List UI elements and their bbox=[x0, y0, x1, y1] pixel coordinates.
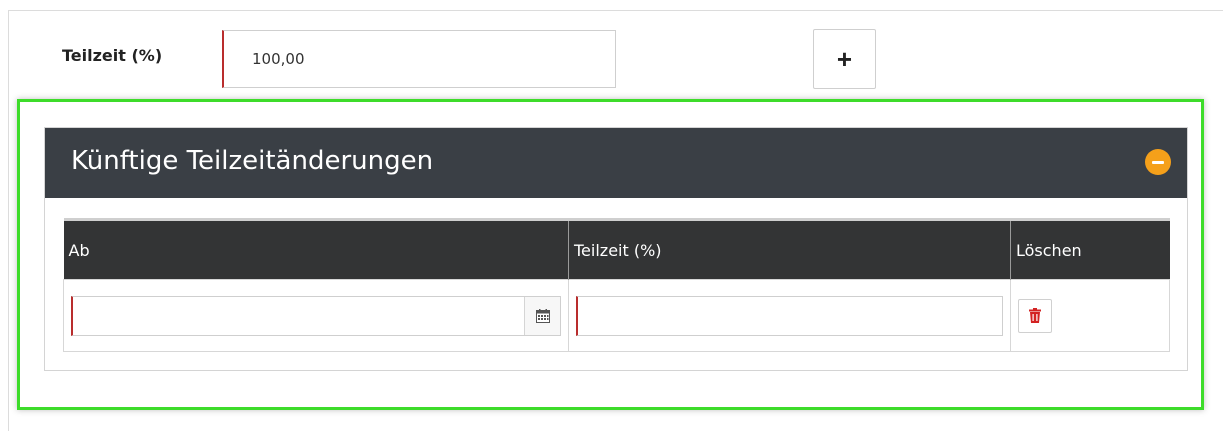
add-button[interactable]: + bbox=[813, 29, 876, 89]
trash-icon bbox=[1029, 308, 1041, 323]
date-field bbox=[71, 295, 561, 336]
panel-title: Künftige Teilzeitänderungen bbox=[71, 146, 434, 176]
cell-teilzeit bbox=[568, 279, 1011, 352]
cell-loeschen bbox=[1010, 279, 1170, 352]
teilzeit-row-input[interactable] bbox=[576, 295, 1003, 336]
column-header-loeschen: Löschen bbox=[1010, 218, 1170, 280]
panel-header: Künftige Teilzeitänderungen bbox=[45, 128, 1187, 198]
table-header-row: Ab Teilzeit (%) Löschen bbox=[63, 218, 1170, 280]
teilzeit-input[interactable] bbox=[222, 30, 616, 88]
changes-table: Ab Teilzeit (%) Löschen bbox=[63, 218, 1170, 352]
delete-button[interactable] bbox=[1018, 298, 1052, 333]
calendar-icon[interactable] bbox=[524, 296, 560, 335]
future-changes-panel: Künftige Teilzeitänderungen Ab Teilzeit … bbox=[44, 127, 1188, 371]
minus-circle-icon[interactable] bbox=[1145, 149, 1171, 175]
table-row bbox=[63, 279, 1170, 352]
cell-ab bbox=[63, 279, 569, 352]
ab-date-input[interactable] bbox=[73, 296, 560, 335]
column-header-teilzeit: Teilzeit (%) bbox=[568, 218, 1011, 280]
column-header-ab: Ab bbox=[63, 218, 569, 280]
teilzeit-label: Teilzeit (%) bbox=[62, 46, 163, 65]
